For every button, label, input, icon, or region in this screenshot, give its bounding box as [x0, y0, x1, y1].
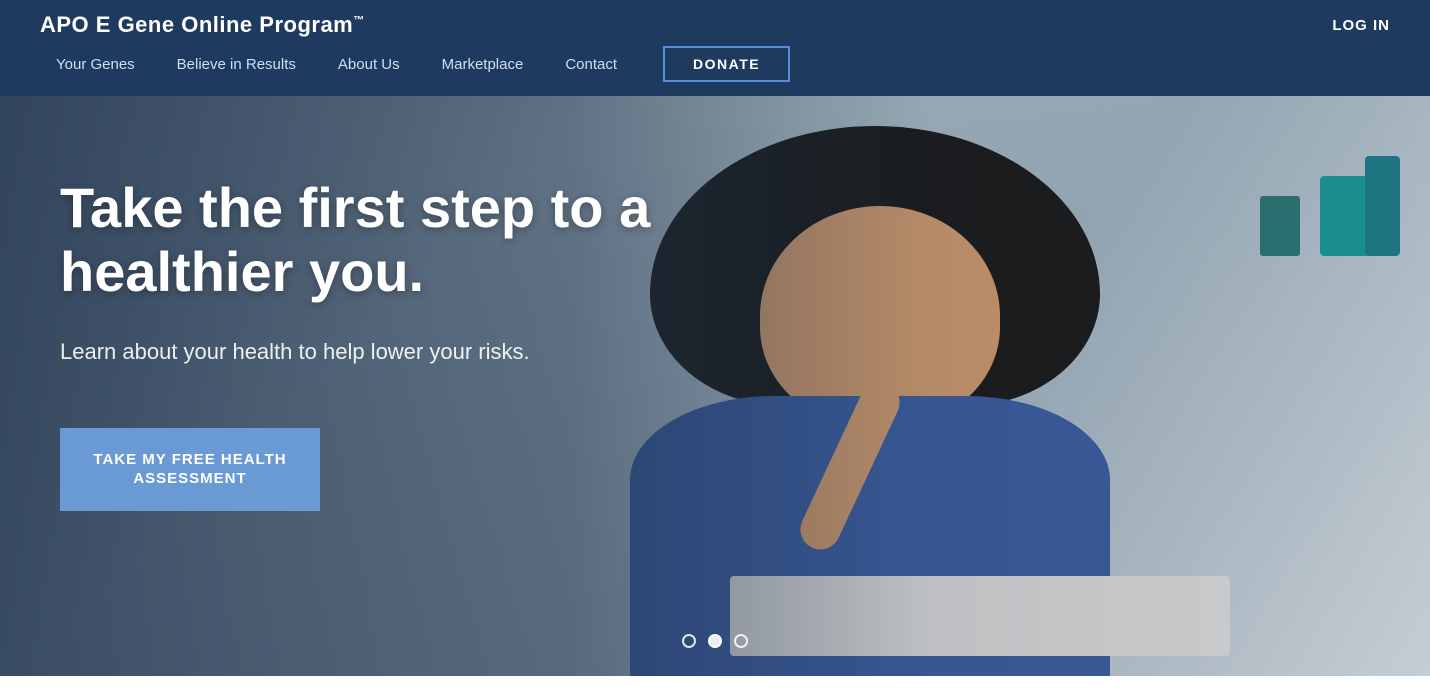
carousel-dot-2[interactable]: [708, 634, 722, 648]
logo-tm: ™: [353, 15, 365, 27]
donate-button[interactable]: DONATE: [663, 46, 790, 82]
carousel-dots: [682, 634, 748, 648]
nav-item-believe-in-results[interactable]: Believe in Results: [161, 52, 312, 77]
nav-item-about-us[interactable]: About Us: [322, 52, 416, 77]
carousel-dot-1[interactable]: [682, 634, 696, 648]
hero-subtitle: Learn about your health to help lower yo…: [60, 335, 560, 368]
hero-title: Take the first step to a healthier you.: [60, 176, 700, 305]
cta-button[interactable]: TAKE MY FREE HEALTH ASSESSMENT: [60, 428, 320, 511]
main-nav: Your Genes Believe in Results About Us M…: [40, 46, 1390, 96]
header-top: APO E Gene Online Program™ LOG IN: [40, 0, 1390, 46]
nav-item-your-genes[interactable]: Your Genes: [40, 52, 151, 77]
hero-content: Take the first step to a healthier you. …: [0, 96, 1430, 676]
hero-section: Take the first step to a healthier you. …: [0, 96, 1430, 676]
site-logo: APO E Gene Online Program™: [40, 12, 365, 38]
carousel-dot-3[interactable]: [734, 634, 748, 648]
header: APO E Gene Online Program™ LOG IN Your G…: [0, 0, 1430, 96]
nav-item-contact[interactable]: Contact: [549, 52, 633, 77]
logo-text: APO E Gene Online Program: [40, 12, 353, 37]
nav-item-marketplace[interactable]: Marketplace: [426, 52, 540, 77]
login-link[interactable]: LOG IN: [1332, 17, 1390, 34]
